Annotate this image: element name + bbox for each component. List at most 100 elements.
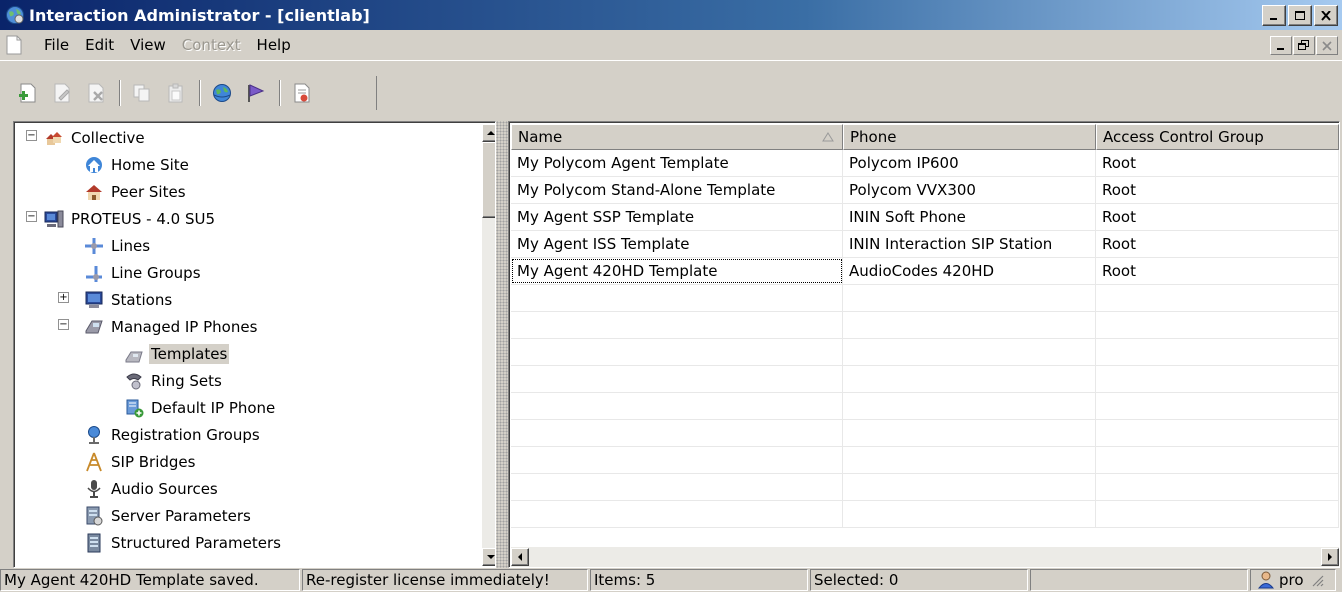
cell-access-control-group: Root: [1096, 150, 1339, 176]
tree-item-label: PROTEUS - 4.0 SU5: [71, 209, 216, 228]
new-button[interactable]: [15, 80, 41, 106]
empty-row: [511, 420, 1339, 447]
title-bar[interactable]: Interaction Administrator - [clientlab]: [0, 0, 1342, 30]
table-row[interactable]: My Polycom Agent Template Polycom IP600 …: [511, 150, 1339, 177]
menu-help[interactable]: Help: [249, 36, 299, 54]
minimize-icon: [1270, 17, 1277, 20]
collapse-toggle[interactable]: −: [26, 130, 37, 141]
collapse-toggle[interactable]: −: [26, 211, 37, 222]
empty-row: [511, 312, 1339, 339]
document-icon[interactable]: [6, 35, 22, 55]
line-groups-icon: [84, 263, 104, 283]
scroll-left-button[interactable]: [511, 548, 529, 566]
table-row[interactable]: My Agent ISS Template ININ Interaction S…: [511, 231, 1339, 258]
tree-item-audio-sources[interactable]: Audio Sources: [84, 475, 220, 502]
cell-phone: Polycom VVX300: [843, 177, 1096, 203]
navigation-tree[interactable]: − Collective Home Site Peer Sites − PROT…: [13, 121, 496, 568]
menu-view[interactable]: View: [122, 36, 174, 54]
table-row[interactable]: My Polycom Stand-Alone Template Polycom …: [511, 177, 1339, 204]
ip-phones-icon: [84, 317, 104, 337]
column-header-access-control-group[interactable]: Access Control Group: [1096, 124, 1339, 150]
expand-toggle[interactable]: +: [58, 292, 69, 303]
tree-item-stations[interactable]: Stations: [84, 286, 174, 313]
toolbar: [0, 62, 1342, 116]
menu-file[interactable]: File: [36, 36, 77, 54]
cell-phone: ININ Soft Phone: [843, 204, 1096, 230]
tree-item-ring-sets[interactable]: Ring Sets: [124, 367, 224, 394]
tree-item-label: Lines: [111, 236, 151, 255]
mdi-minimize-button[interactable]: [1270, 36, 1292, 55]
tree-item-label: Server Parameters: [111, 506, 251, 525]
table-row[interactable]: My Agent SSP Template ININ Soft Phone Ro…: [511, 204, 1339, 231]
status-license: Re-register license immediately!: [302, 569, 588, 591]
scroll-right-button[interactable]: [1321, 548, 1339, 566]
globe-button[interactable]: [209, 80, 235, 106]
tree-item-label: Home Site: [111, 155, 189, 174]
collapse-toggle[interactable]: −: [58, 319, 69, 330]
scroll-thumb[interactable]: [482, 142, 495, 218]
status-user-text: pro: [1279, 571, 1304, 589]
flag-button[interactable]: [243, 80, 269, 106]
arrow-left-icon: [518, 553, 522, 561]
status-message-text: My Agent 420HD Template saved.: [4, 571, 259, 589]
tree-item-server-parameters[interactable]: Server Parameters: [84, 502, 253, 529]
close-button[interactable]: [1314, 5, 1338, 26]
tree-item-label: Peer Sites: [111, 182, 186, 201]
table-row[interactable]: My Agent 420HD Template AudioCodes 420HD…: [511, 258, 1339, 285]
peer-sites-icon: [84, 182, 104, 202]
tree-item-lines[interactable]: Lines: [84, 232, 152, 259]
tree-item-label: Ring Sets: [151, 371, 222, 390]
mdi-restore-button[interactable]: [1293, 36, 1315, 55]
window-title: Interaction Administrator - [clientlab]: [29, 5, 370, 25]
default-ip-phone-icon: [124, 398, 144, 418]
restore-icon: [1298, 40, 1309, 50]
edit-button[interactable]: [49, 80, 75, 106]
status-user: pro: [1250, 569, 1336, 591]
menu-context[interactable]: Context: [174, 36, 249, 54]
tree-item-label: Default IP Phone: [151, 398, 276, 417]
tree-item-registration-groups[interactable]: Registration Groups: [84, 421, 262, 448]
status-selected-text: Selected: 0: [814, 571, 899, 589]
templates-list[interactable]: Name Phone Access Control Group My Polyc…: [508, 121, 1340, 568]
tree-item-label: Audio Sources: [111, 479, 218, 498]
paste-button[interactable]: [163, 80, 189, 106]
report-button[interactable]: [289, 80, 315, 106]
list-horizontal-scrollbar[interactable]: [511, 547, 1339, 567]
status-selected-count: Selected: 0: [810, 569, 1028, 591]
resize-grip-icon[interactable]: [1310, 573, 1324, 587]
empty-row: [511, 474, 1339, 501]
column-header-name[interactable]: Name: [511, 124, 843, 150]
tree-item-sip-bridges[interactable]: SIP Bridges: [84, 448, 197, 475]
copy-icon: [133, 84, 150, 102]
paste-icon: [168, 83, 183, 103]
maximize-button[interactable]: [1288, 5, 1312, 26]
tree-item-structured-parameters[interactable]: Structured Parameters: [84, 529, 283, 556]
tree-item-default-ip-phone[interactable]: Default IP Phone: [124, 394, 277, 421]
tree-item-peer-sites[interactable]: Peer Sites: [84, 178, 188, 205]
column-header-phone[interactable]: Phone: [843, 124, 1096, 150]
tree-vertical-scrollbar[interactable]: [482, 124, 495, 566]
tree-item-managed-ip-phones[interactable]: Managed IP Phones: [84, 313, 259, 340]
cell-phone: ININ Interaction SIP Station: [843, 231, 1096, 257]
tree-item-label: Stations: [111, 290, 173, 309]
scroll-down-button[interactable]: [482, 548, 495, 566]
ring-sets-icon: [124, 371, 144, 391]
status-items-count: Items: 5: [590, 569, 808, 591]
tree-item-collective[interactable]: Collective: [44, 124, 147, 151]
tree-item-line-groups[interactable]: Line Groups: [84, 259, 203, 286]
minimize-button[interactable]: [1262, 5, 1286, 26]
report-icon: [294, 83, 310, 103]
delete-icon: [88, 83, 104, 103]
copy-button[interactable]: [129, 80, 155, 106]
tree-item-home-site[interactable]: Home Site: [84, 151, 191, 178]
delete-button[interactable]: [83, 80, 109, 106]
menu-edit[interactable]: Edit: [77, 36, 122, 54]
tree-item-templates[interactable]: Templates: [124, 340, 230, 367]
home-site-icon: [84, 155, 104, 175]
scroll-up-button[interactable]: [482, 124, 495, 142]
mdi-close-button[interactable]: [1316, 36, 1338, 55]
toolbar-separator: [199, 80, 201, 106]
sip-bridges-icon: [84, 452, 104, 472]
pane-splitter[interactable]: [496, 121, 508, 568]
tree-item-proteus[interactable]: PROTEUS - 4.0 SU5: [44, 205, 217, 232]
